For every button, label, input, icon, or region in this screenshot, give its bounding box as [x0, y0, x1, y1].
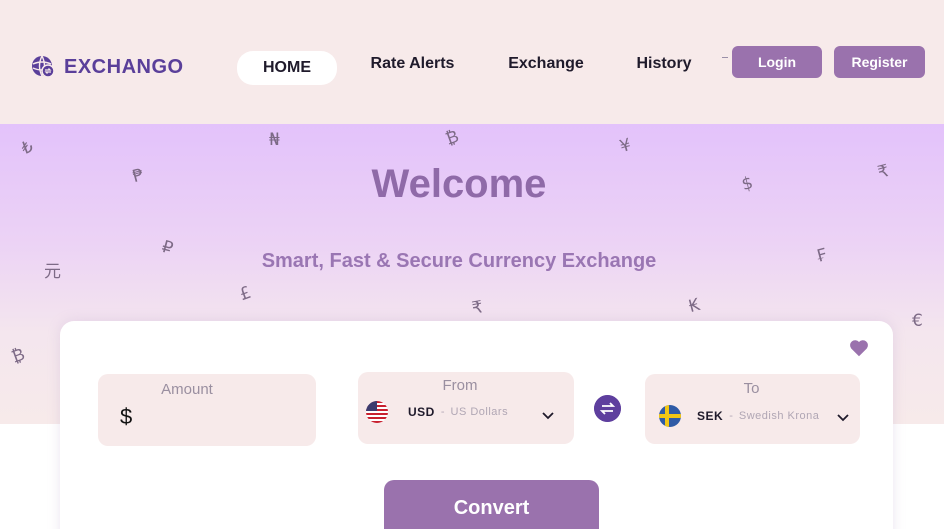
currency-symbol: ₺ — [18, 136, 36, 160]
brand-logo[interactable]: EXCHANGO — [30, 54, 184, 80]
currency-symbol: € — [912, 311, 923, 331]
from-currency-code: USD — [408, 405, 435, 419]
to-currency-select[interactable]: To SEK - Swedish Krona — [645, 374, 860, 444]
from-currency-name: US Dollars — [450, 406, 509, 418]
login-button[interactable]: Login — [732, 46, 822, 78]
swap-arrows-icon[interactable] — [594, 395, 621, 422]
brand-name: EXCHANGO — [64, 55, 184, 78]
currency-symbol: ₿ — [442, 126, 462, 150]
chevron-down-icon[interactable] — [542, 412, 554, 420]
hero-subtitle: Smart, Fast & Secure Currency Exchange — [261, 250, 657, 272]
currency-symbol: ₹ — [470, 297, 485, 319]
sweden-flag-icon — [659, 405, 681, 427]
currency-symbol: ¥ — [617, 134, 634, 158]
amount-field[interactable]: Amount $ — [98, 374, 316, 446]
currency-symbol: £ — [236, 282, 254, 306]
from-currency-row: USD - US Dollars — [366, 401, 508, 423]
chevron-down-icon[interactable] — [837, 414, 849, 422]
nav-divider — [722, 57, 728, 58]
nav-rate-alerts[interactable]: Rate Alerts — [360, 47, 465, 81]
to-currency-row: SEK - Swedish Krona — [659, 405, 819, 427]
convert-button[interactable]: Convert — [384, 480, 599, 529]
heart-icon[interactable] — [848, 337, 870, 359]
from-currency-select[interactable]: From USD - US Dollars — [358, 372, 574, 444]
dollar-sign: $ — [120, 404, 133, 429]
nav-home[interactable]: HOME — [237, 51, 337, 85]
to-label: To — [743, 380, 760, 397]
us-flag-icon — [366, 401, 388, 423]
register-button[interactable]: Register — [834, 46, 925, 78]
top-header: EXCHANGO HOME Rate Alerts Exchange Histo… — [0, 0, 944, 124]
from-label: From — [442, 377, 478, 394]
nav-history[interactable]: History — [628, 47, 700, 81]
separator: - — [440, 406, 445, 418]
separator: - — [729, 410, 733, 422]
globe-exchange-icon — [32, 55, 55, 78]
to-currency-name: Swedish Krona — [738, 410, 820, 422]
amount-label: Amount — [161, 381, 213, 398]
currency-symbol: ₿ — [8, 344, 28, 368]
currency-symbol: ₭ — [686, 294, 703, 318]
amount-input[interactable] — [144, 404, 304, 434]
to-currency-code: SEK — [697, 409, 724, 423]
currency-symbol: ₦ — [269, 130, 280, 150]
hero-title: Welcome — [371, 162, 547, 206]
nav-exchange[interactable]: Exchange — [500, 47, 592, 81]
